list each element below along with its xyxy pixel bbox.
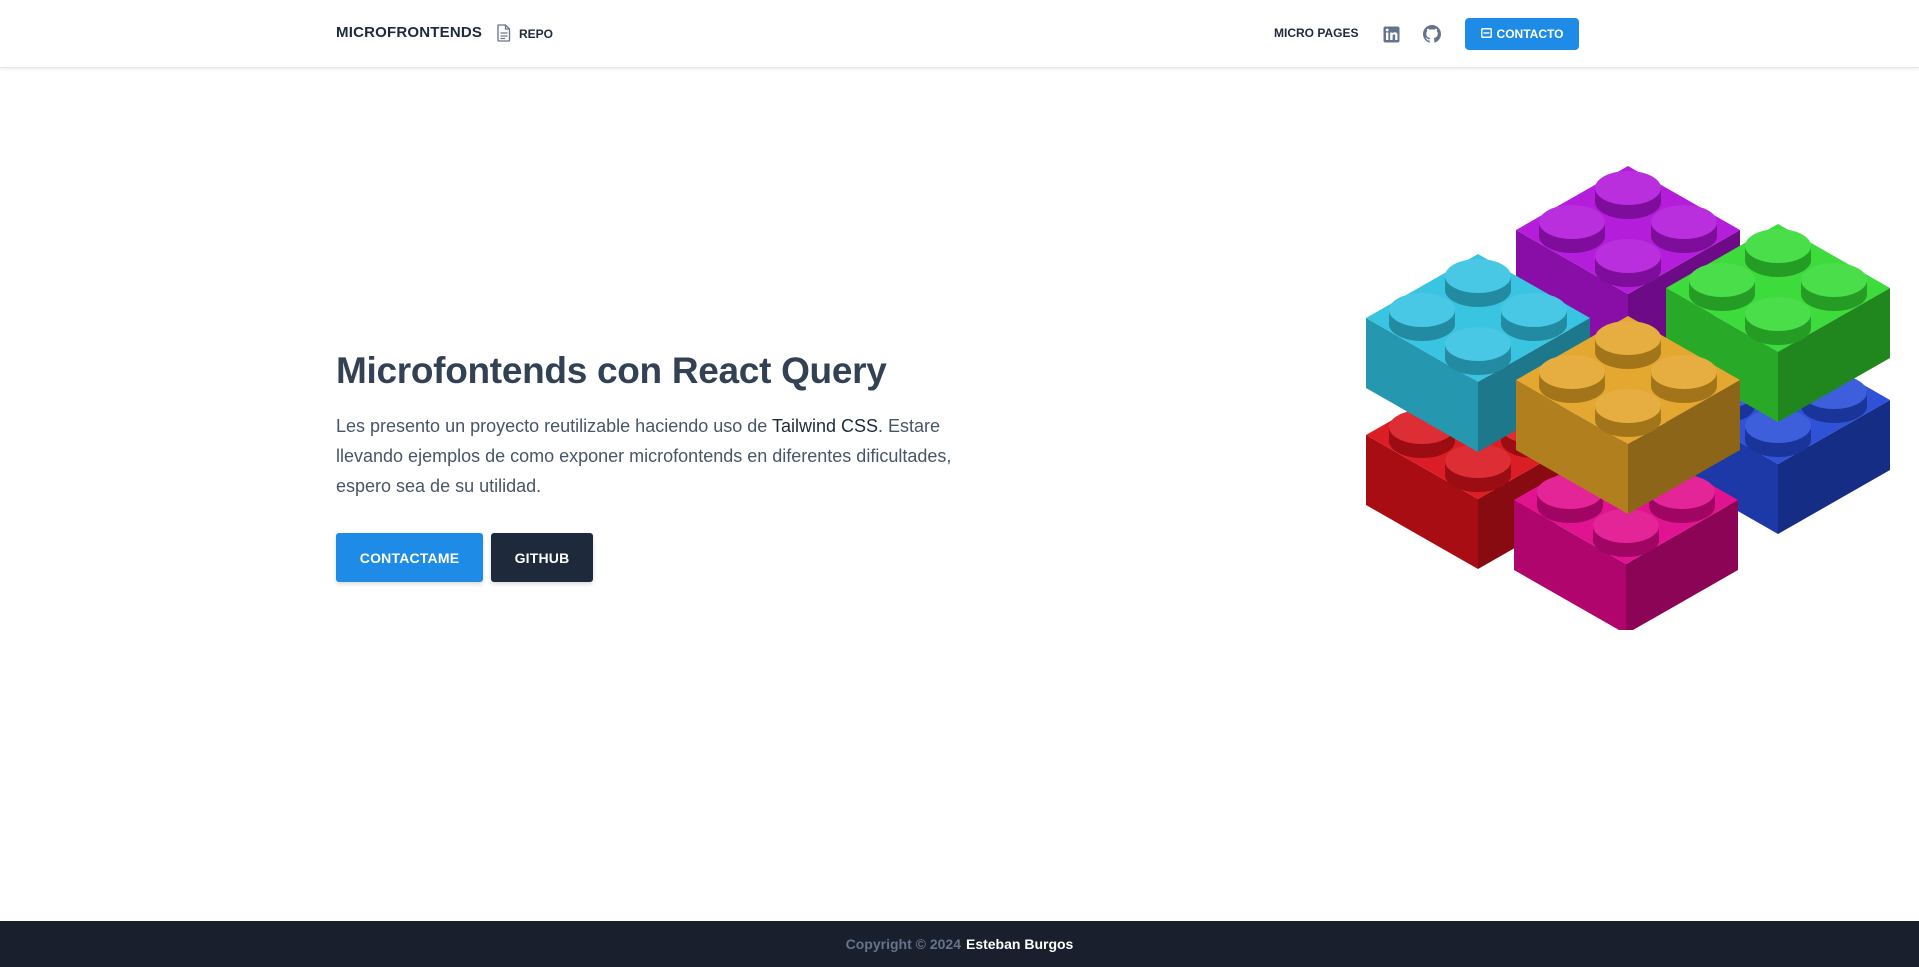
repo-link[interactable]: REPO [497,23,554,45]
author-name: Esteban Burgos [965,936,1074,952]
github-button[interactable]: GITHUB [491,533,593,582]
github-icon[interactable] [1422,24,1442,44]
hero-title: Microfontends con React Query [336,350,887,391]
footer: Copyright © 2024 Esteban Burgos [0,921,1919,967]
micro-pages-link[interactable]: MICRO PAGES [1274,26,1358,40]
linkedin-icon[interactable] [1381,24,1401,44]
brand-title[interactable]: MICROFRONTENDS [336,24,482,41]
lego-bricks-illustration [1366,166,1890,630]
repo-label: REPO [519,27,554,41]
tailwind-highlight: Tailwind CSS [771,416,879,436]
document-icon [497,23,511,45]
contactame-button[interactable]: CONTACTAME [336,533,483,582]
copyright-text: Copyright © 2024 [845,936,961,952]
contact-button[interactable]: CONTACTO [1465,18,1579,50]
contact-label: CONTACTO [1496,27,1564,41]
hero-description: Les presento un proyecto reutilizable ha… [336,411,956,501]
navbar: MICROFRONTENDS REPO MICRO PAGES CONTACTO [0,0,1919,68]
hero-text-start: Les presento un proyecto reutilizable ha… [336,416,772,436]
mail-icon [1480,27,1492,41]
